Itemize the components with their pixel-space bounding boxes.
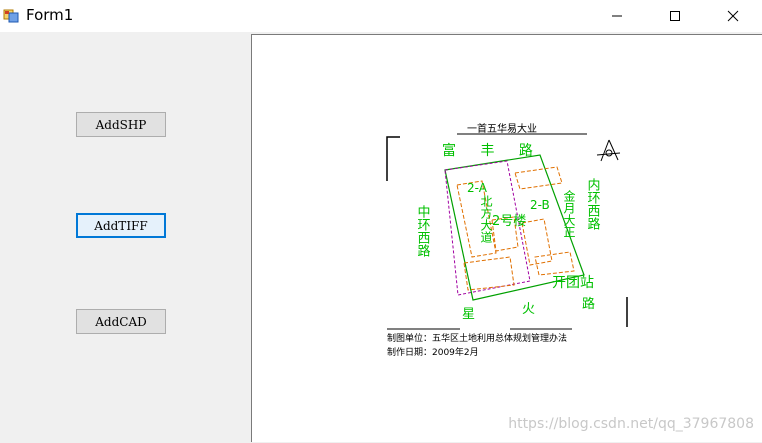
footer-line-1: 制图单位：五华区土地利用总体规划管理办法	[387, 332, 567, 344]
maximize-icon	[670, 11, 680, 21]
window-title: Form1	[26, 6, 74, 24]
map-control[interactable]: 一首五华易大业 富 丰 路 2-A 2-B 2号楼 开团站 星 火 路 中环西路…	[251, 34, 762, 442]
label-building-2: 2号楼	[492, 214, 526, 229]
minimize-icon	[612, 15, 622, 17]
maximize-button[interactable]	[646, 0, 704, 32]
label-building-2a: 2-A	[467, 181, 488, 195]
form-client-area: AddSHP AddTIFF AddCAD 一首五华易大业 富 丰 路 2-A …	[0, 32, 762, 442]
label-road-top: 富 丰 路	[442, 142, 543, 159]
label-road-bottom-left: 星	[462, 307, 475, 322]
label-road-bottom-mid: 火	[522, 302, 535, 317]
app-icon	[3, 9, 19, 23]
map-labels: 富 丰 路 2-A 2-B 2号楼 开团站 星 火 路 中环西路 内环西路 北方…	[415, 142, 601, 322]
watermark-text: https://blog.csdn.net/qq_37967808	[508, 416, 754, 432]
add-cad-button[interactable]: AddCAD	[76, 309, 166, 334]
label-road-left: 中环西路	[415, 205, 431, 257]
add-shp-button[interactable]: AddSHP	[76, 112, 166, 137]
add-tiff-button[interactable]: AddTIFF	[76, 213, 166, 238]
footer-line-2: 制作日期：2009年2月	[387, 346, 479, 358]
label-road-bottom-right: 路	[582, 296, 595, 312]
map-top-title: 一首五华易大业	[467, 122, 537, 135]
label-road-right: 内环西路	[585, 177, 601, 230]
title-bar: Form1	[0, 0, 762, 32]
label-building-2b: 2-B	[530, 198, 550, 212]
cad-map-drawing: 一首五华易大业 富 丰 路 2-A 2-B 2号楼 开团站 星 火 路 中环西路…	[386, 122, 628, 358]
close-button[interactable]	[704, 0, 762, 32]
label-station: 开团站	[552, 275, 594, 291]
close-icon	[727, 10, 739, 22]
label-east-block: 金月大正	[562, 189, 576, 238]
north-arrow-icon	[596, 139, 621, 162]
minimize-button[interactable]	[588, 0, 646, 32]
label-north-block: 北方大道	[479, 195, 493, 243]
